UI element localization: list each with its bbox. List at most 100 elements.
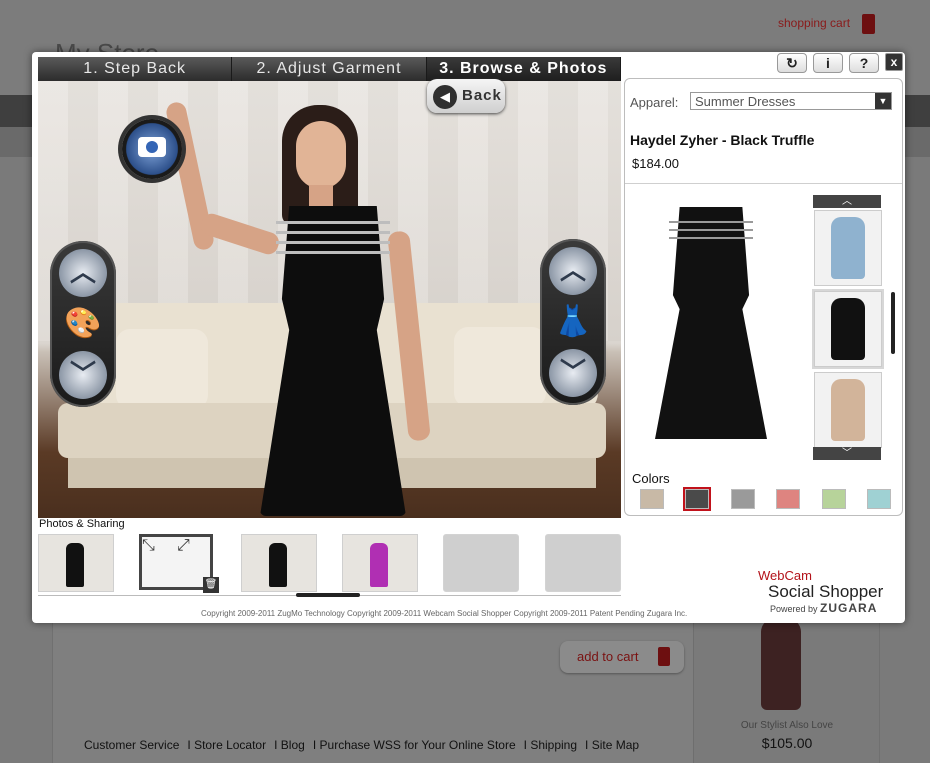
chevron-down-icon: ﹀: [69, 359, 96, 389]
close-icon[interactable]: x: [885, 53, 903, 71]
color-swatch[interactable]: [731, 489, 755, 509]
sofa-cushion: [116, 329, 208, 409]
scroll-up-button[interactable]: ︿: [813, 195, 881, 208]
product-price: $184.00: [632, 156, 679, 171]
color-up-button[interactable]: ︿: [59, 249, 107, 297]
photo-thumbnail[interactable]: [342, 534, 418, 592]
product-panel: Apparel: Summer Dresses ▼ Haydel Zyher -…: [624, 78, 903, 516]
thumbnail-item-selected[interactable]: [814, 291, 882, 367]
footer-link-purchase-wss[interactable]: Purchase WSS for Your Online Store: [320, 738, 516, 752]
dress-ruffle: [669, 237, 753, 239]
garment-up-button[interactable]: ︿: [549, 247, 597, 295]
chevron-down-icon: ﹀: [842, 448, 852, 459]
photo-thumbnail-fullscreen[interactable]: ⤡ ⤢ 🗑: [139, 534, 219, 593]
photos-sharing-label: Photos & Sharing: [39, 518, 125, 530]
footer-links: Customer Service I Store Locator I Blog I P…: [84, 738, 640, 752]
step-tabs: 1. Step Back 2. Adjust Garment 3. Browse…: [38, 57, 621, 81]
expand-icon: ⤡ ⤢: [142, 537, 190, 554]
colors-label: Colors: [632, 471, 670, 486]
add-to-cart-label: add to cart: [577, 649, 639, 664]
thumbnail-dress-image: [831, 217, 865, 279]
dress-ruffle: [276, 251, 390, 254]
info-icon[interactable]: i: [813, 53, 843, 73]
apparel-selected-value: Summer Dresses: [695, 94, 796, 109]
dress-ruffle: [276, 231, 390, 234]
divider: [625, 183, 902, 184]
color-swatch[interactable]: [685, 489, 709, 509]
scroll-down-button[interactable]: ﹀: [813, 447, 881, 460]
chevron-down-icon: ▼: [875, 93, 891, 109]
garment-thumbnails: ︿ ﹀: [813, 195, 882, 460]
back-label: Back: [462, 87, 502, 104]
photo-thumbnail[interactable]: [38, 534, 114, 592]
thumbnail-scrollbar[interactable]: [891, 292, 895, 354]
garment-down-button[interactable]: ﹀: [549, 349, 597, 397]
sofa-cushion: [454, 327, 546, 407]
photo-dress: [269, 543, 287, 587]
thumbnail-item[interactable]: [814, 372, 882, 448]
apparel-select[interactable]: Summer Dresses ▼: [690, 92, 892, 110]
dress-ruffle: [276, 241, 390, 244]
empty-photo-slot: [545, 534, 621, 592]
zugara-logo: ZUGARA: [820, 601, 878, 615]
tab-adjust-garment[interactable]: 2. Adjust Garment: [232, 57, 427, 81]
webcam-stage: 1. Step Back 2. Adjust Garment 3. Browse…: [38, 57, 621, 518]
stylist-price: $105.00: [761, 735, 813, 751]
dress-ruffle: [669, 221, 753, 223]
dress-swap-icon: 👗: [554, 305, 592, 338]
footer-link-shipping[interactable]: Shipping: [530, 738, 577, 752]
apparel-label: Apparel:: [630, 95, 679, 110]
photo-dress: [66, 543, 84, 587]
footer-link-store-locator[interactable]: Store Locator: [194, 738, 266, 752]
chevron-up-icon: ︿: [842, 196, 852, 207]
trash-icon[interactable]: 🗑: [203, 577, 219, 593]
photo-dress: [370, 543, 388, 587]
footer-link-customer-service[interactable]: Customer Service: [84, 738, 179, 752]
help-icon[interactable]: ?: [849, 53, 879, 73]
webcam-social-shopper-modal: 1. Step Back 2. Adjust Garment 3. Browse…: [32, 52, 905, 623]
recommended-dress-image[interactable]: [761, 618, 801, 710]
garment-control: ︿ 👗 ﹀: [540, 239, 606, 405]
tab-browse-photos[interactable]: 3. Browse & Photos: [426, 57, 621, 81]
brand-webcam: WebCam: [758, 568, 812, 583]
webcam-feed: ︿ 🎨 ﹀ ︿ 👗 ﹀: [38, 81, 621, 518]
person-face: [296, 121, 346, 189]
color-control: ︿ 🎨 ﹀: [50, 241, 116, 407]
back-button[interactable]: ◀ Back: [427, 79, 505, 113]
product-image: [655, 207, 767, 439]
footer-link-site-map[interactable]: Site Map: [592, 738, 639, 752]
modal-toolbar: ↻ i ? x: [777, 53, 903, 73]
dress-ruffle: [276, 221, 390, 224]
chevron-down-icon: ﹀: [559, 357, 586, 387]
thumbnail-item[interactable]: [814, 210, 882, 286]
product-name: Haydel Zyher - Black Truffle: [630, 132, 815, 148]
photos-scroll-knob[interactable]: [296, 593, 360, 597]
empty-photo-slot: [443, 534, 519, 592]
color-down-button[interactable]: ﹀: [59, 351, 107, 399]
color-swatch[interactable]: [867, 489, 891, 509]
copyright-text: Copyright 2009-2011 ZugMo Technology Cop…: [201, 609, 688, 618]
color-swatch[interactable]: [776, 489, 800, 509]
tab-step-back[interactable]: 1. Step Back: [38, 57, 233, 81]
camera-capture-button[interactable]: [122, 119, 182, 179]
dress-ruffle: [669, 229, 753, 231]
shopping-cart-link[interactable]: shopping cart: [778, 16, 850, 30]
person-neck: [309, 185, 333, 209]
refresh-icon[interactable]: ↻: [777, 53, 807, 73]
brand-powered-by: Powered by ZUGARA: [770, 601, 883, 615]
shopping-bag-icon[interactable]: [862, 14, 875, 34]
shopping-bag-icon: [658, 647, 670, 666]
add-to-cart-button[interactable]: add to cart: [560, 641, 684, 673]
arrow-left-icon: ◀: [433, 85, 457, 109]
footer-link-blog[interactable]: Blog: [281, 738, 305, 752]
camera-lens-icon: [146, 141, 158, 153]
chevron-up-icon: ︿: [559, 255, 586, 285]
brand-logo: WebCam Social Shopper Powered by ZUGARA: [758, 568, 884, 616]
stylist-also-love-label: Our Stylist Also Love: [740, 720, 834, 731]
color-swatch[interactable]: [822, 489, 846, 509]
brand-social-shopper: Social Shopper: [768, 582, 884, 601]
powered-by-label: Powered by: [770, 604, 818, 614]
color-swatch[interactable]: [640, 489, 664, 509]
chevron-up-icon: ︿: [69, 257, 96, 287]
photo-thumbnail[interactable]: [241, 534, 317, 592]
